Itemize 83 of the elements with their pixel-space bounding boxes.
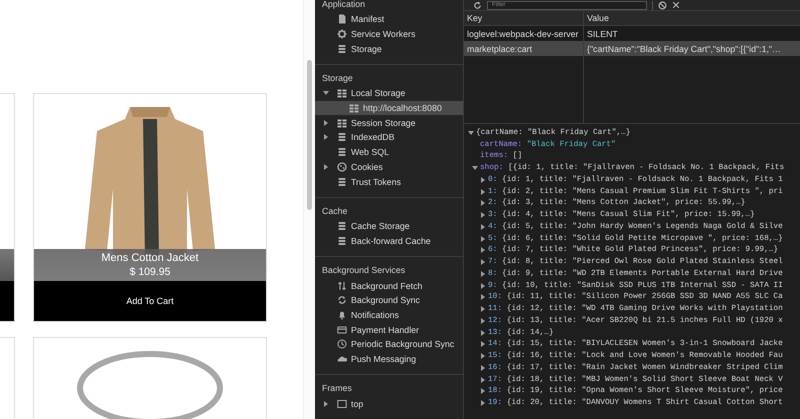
table-cell-text: SILENT [586,28,619,40]
triangle-icon[interactable] [480,212,486,218]
triangle-icon[interactable] [480,270,486,277]
database-icon [337,236,347,246]
column-header[interactable]: Key [464,11,584,25]
sidebar-item[interactable]: Local Storage [315,86,463,101]
gear-icon [337,29,347,40]
sidebar-item[interactable]: Cache Storage [315,218,463,234]
database-icon [337,132,347,142]
section-heading: Cache [321,204,348,218]
triangle-icon[interactable] [480,188,486,195]
triangle-icon[interactable] [480,388,486,394]
triangle-icon[interactable] [480,318,486,324]
sidebar-item[interactable]: Manifest [315,12,463,27]
file-icon [337,14,347,24]
column-header[interactable]: Value [584,11,800,25]
section-heading: Frames [321,382,353,396]
triangle-icon[interactable] [480,176,486,183]
cloud-icon [337,354,347,364]
grid-icon [337,118,347,128]
database-icon [337,147,347,158]
section-heading: Application [321,0,366,11]
triangle-icon[interactable] [480,330,486,336]
triangle-icon[interactable] [480,259,486,266]
sidebar-item[interactable]: top [315,396,463,412]
sidebar-item[interactable]: Notifications [315,308,463,322]
cookie-icon [337,162,347,172]
sidebar-item[interactable]: Payment Handler [315,322,463,337]
sidebar-item[interactable]: Back-forward Cache [315,234,463,248]
close-icon[interactable] [672,1,680,9]
triangle-icon[interactable] [468,130,474,136]
grid-icon [337,88,347,98]
section-heading: Background Services [321,264,406,278]
triangle-icon[interactable] [480,247,486,254]
triangle-icon[interactable] [480,282,486,289]
clear-icon[interactable] [658,0,667,10]
sidebar-item[interactable]: Background Fetch [315,278,463,293]
triangle-icon[interactable] [323,90,329,96]
scrollbar-thumb[interactable] [307,60,312,210]
triangle-icon[interactable] [480,306,486,312]
section-heading: Storage [321,72,354,86]
sidebar-item[interactable]: Service Workers [315,26,463,42]
triangle-icon[interactable] [323,400,329,407]
sync-icon [337,295,347,306]
table-row[interactable]: marketplace:cart {"cartName":"Black Friday Cart","shop":[{"id":1,"… [464,41,800,56]
database-icon [337,221,347,232]
sidebar-item[interactable]: Periodic Background Sync [315,337,463,352]
grid-icon [349,103,359,114]
bell-icon [337,310,347,320]
sidebar-item[interactable]: Storage [315,41,463,56]
product-title: Mens Cotton Jacket [101,251,199,266]
database-icon [337,44,347,54]
table-cell-text: {"cartName":"Black Friday Cart","shop":[{"id":1,"… [586,42,782,56]
triangle-icon[interactable] [480,236,486,242]
triangle-icon[interactable] [323,134,329,140]
triangle-icon[interactable] [480,353,486,360]
triangle-icon[interactable] [480,294,486,300]
add-to-cart-button[interactable]: Add To Cart [34,281,266,321]
triangle-icon[interactable] [480,341,486,348]
card-icon [337,324,347,335]
sidebar-item[interactable]: IndexedDB [315,130,463,145]
sidebar-item[interactable]: Session Storage [315,115,463,130]
sidebar-item[interactable]: Cookies [315,160,463,174]
triangle-icon[interactable] [480,400,486,406]
triangle-icon[interactable] [480,224,486,230]
product-price: $ 109.95 [130,265,170,280]
triangle-icon[interactable] [323,120,329,126]
frame-icon [337,398,347,409]
sidebar-item[interactable]: Push Messaging [315,352,463,366]
database-icon [337,176,347,187]
sidebar-item[interactable]: Web SQL [315,144,463,160]
triangle-icon[interactable] [472,165,478,172]
refresh-icon[interactable] [473,0,482,10]
arrows-icon [337,280,347,291]
sidebar-item[interactable]: http://localhost:8080 [315,100,463,116]
triangle-icon[interactable] [323,164,329,170]
sidebar-item[interactable]: Background Sync [315,292,463,308]
clock-icon [337,339,347,350]
triangle-icon[interactable] [480,376,486,383]
triangle-icon[interactable] [480,364,486,371]
triangle-icon[interactable] [480,200,486,206]
table-cell: marketplace:cart [464,41,584,56]
sidebar-item[interactable]: Trust Tokens [315,174,463,189]
